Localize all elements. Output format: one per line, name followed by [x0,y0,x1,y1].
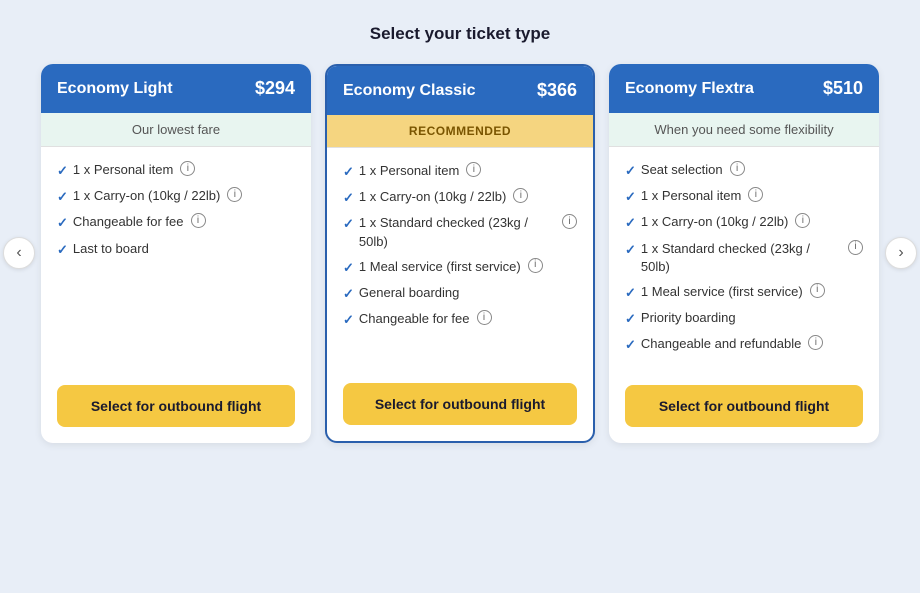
card-features-economy-flextra: ✓ Seat selection i ✓ 1 x Personal item i ✓ 1 x … [609,147,879,369]
plan-name-economy-flextra: Economy Flextra [625,80,754,98]
check-icon: ✓ [625,284,636,302]
page-title: Select your ticket type [370,24,550,44]
card-economy-flextra: Economy Flextra $510 When you need some … [609,64,879,443]
select-outbound-button-economy-flextra[interactable]: Select for outbound flight [625,385,863,427]
feature-text: Changeable for fee [73,213,184,231]
check-icon: ✓ [625,162,636,180]
card-footer-economy-flextra: Select for outbound flight [609,369,879,443]
check-icon: ✓ [57,188,68,206]
feature-item: ✓ 1 Meal service (first service) i [625,283,863,302]
feature-text: 1 x Standard checked (23kg / 50lb) [641,240,841,276]
feature-item: ✓ Changeable for fee i [57,213,295,232]
feature-text: Priority boarding [641,309,736,327]
info-icon[interactable]: i [810,283,825,298]
next-nav-button[interactable]: › [885,237,917,269]
card-subtitle-economy-classic: RECOMMENDED [327,115,593,148]
feature-item: ✓ 1 x Carry-on (10kg / 22lb) i [343,188,577,207]
card-footer-economy-classic: Select for outbound flight [327,367,593,441]
plan-price-economy-classic: $366 [537,80,577,101]
plan-name-economy-light: Economy Light [57,80,173,98]
info-icon[interactable]: i [466,162,481,177]
feature-text: 1 Meal service (first service) [641,283,803,301]
feature-item: ✓ 1 x Carry-on (10kg / 22lb) i [57,187,295,206]
check-icon: ✓ [57,214,68,232]
check-icon: ✓ [343,163,354,181]
card-header-economy-light: Economy Light $294 [41,64,311,113]
card-footer-economy-light: Select for outbound flight [41,369,311,443]
check-icon: ✓ [625,336,636,354]
cards-container: Economy Light $294 Our lowest fare ✓ 1 x P… [41,64,879,443]
check-icon: ✓ [625,310,636,328]
check-icon: ✓ [57,162,68,180]
check-icon: ✓ [343,215,354,233]
select-outbound-button-economy-light[interactable]: Select for outbound flight [57,385,295,427]
cards-wrapper: ‹ Economy Light $294 Our lowest fare✓1 x… [20,64,900,443]
feature-text: Changeable and refundable [641,335,801,353]
feature-item: ✓ Changeable and refundable i [625,335,863,354]
info-icon[interactable]: i [528,258,543,273]
feature-text: 1 x Carry-on (10kg / 22lb) [359,188,506,206]
feature-text: 1 x Personal item [359,162,459,180]
feature-text: 1 x Carry-on (10kg / 22lb) [641,213,788,231]
feature-item: ✓ 1 x Personal item i [625,187,863,206]
feature-item: ✓ 1 x Carry-on (10kg / 22lb) i [625,213,863,232]
check-icon: ✓ [343,189,354,207]
info-icon[interactable]: i [477,310,492,325]
feature-text: Changeable for fee [359,310,470,328]
card-header-economy-classic: Economy Classic $366 [327,66,593,115]
select-outbound-button-economy-classic[interactable]: Select for outbound flight [343,383,577,425]
check-icon: ✓ [57,241,68,259]
feature-item: ✓ Changeable for fee i [343,310,577,329]
check-icon: ✓ [343,259,354,277]
feature-item: ✓ Seat selection i [625,161,863,180]
feature-item: ✓ 1 x Standard checked (23kg / 50lb) i [625,240,863,276]
feature-text: 1 x Personal item [73,161,173,179]
info-icon[interactable]: i [513,188,528,203]
prev-nav-button[interactable]: ‹ [3,237,35,269]
card-features-economy-light: ✓ 1 x Personal item i ✓ 1 x Carry-on (10kg /… [41,147,311,369]
card-economy-light: Economy Light $294 Our lowest fare ✓ 1 x P… [41,64,311,443]
card-economy-classic: Economy Classic $366 RECOMMENDED ✓ 1 x Per… [325,64,595,443]
info-icon[interactable]: i [730,161,745,176]
info-icon[interactable]: i [748,187,763,202]
info-icon[interactable]: i [808,335,823,350]
card-features-economy-classic: ✓ 1 x Personal item i ✓ 1 x Carry-on (10kg /… [327,148,593,367]
check-icon: ✓ [625,241,636,259]
info-icon[interactable]: i [180,161,195,176]
card-subtitle-economy-light: Our lowest fare [41,113,311,147]
check-icon: ✓ [625,188,636,206]
feature-item: ✓ General boarding [343,284,577,303]
card-subtitle-economy-flextra: When you need some flexibility [609,113,879,147]
plan-price-economy-flextra: $510 [823,78,863,99]
check-icon: ✓ [625,214,636,232]
info-icon[interactable]: i [848,240,863,255]
feature-item: ✓ 1 x Standard checked (23kg / 50lb) i [343,214,577,250]
info-icon[interactable]: i [191,213,206,228]
feature-text: 1 x Carry-on (10kg / 22lb) [73,187,220,205]
feature-item: ✓ 1 Meal service (first service) i [343,258,577,277]
feature-text: 1 Meal service (first service) [359,258,521,276]
feature-text: Seat selection [641,161,723,179]
info-icon[interactable]: i [795,213,810,228]
feature-text: 1 x Personal item [641,187,741,205]
plan-price-economy-light: $294 [255,78,295,99]
check-icon: ✓ [343,285,354,303]
info-icon[interactable]: i [227,187,242,202]
card-header-economy-flextra: Economy Flextra $510 [609,64,879,113]
feature-item: ✓ Priority boarding [625,309,863,328]
feature-text: Last to board [73,240,149,258]
feature-item: ✓ 1 x Personal item i [343,162,577,181]
feature-text: 1 x Standard checked (23kg / 50lb) [359,214,555,250]
check-icon: ✓ [343,311,354,329]
feature-text: General boarding [359,284,459,302]
info-icon[interactable]: i [562,214,577,229]
feature-item: ✓ Last to board [57,240,295,259]
plan-name-economy-classic: Economy Classic [343,82,476,100]
feature-item: ✓ 1 x Personal item i [57,161,295,180]
